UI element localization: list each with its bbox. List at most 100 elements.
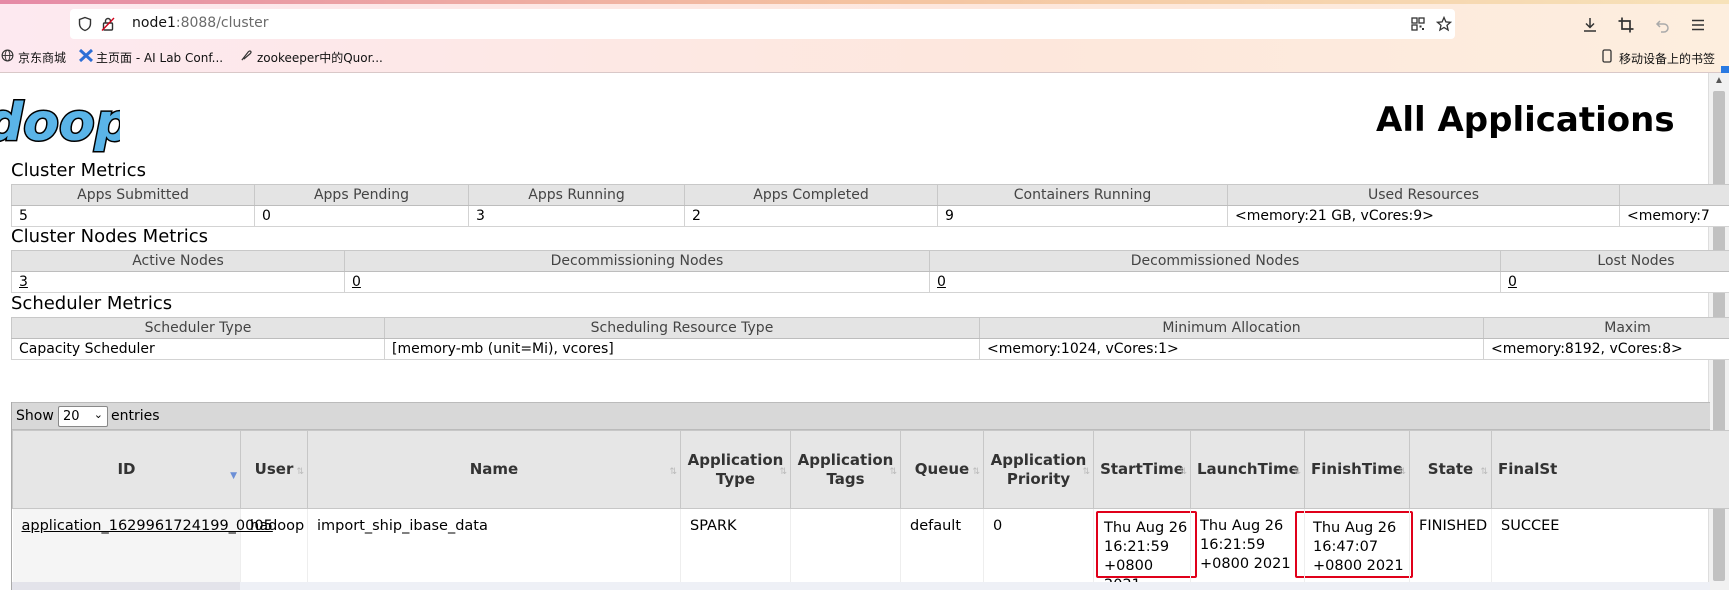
column-header-id[interactable]: ID▼ bbox=[13, 431, 241, 509]
sort-both-icon: ⇅ bbox=[779, 463, 787, 482]
cell-name: import_ship_ibase_data bbox=[308, 509, 681, 590]
launch-time-date: Thu Aug 26 bbox=[1200, 517, 1295, 536]
column-header-start-time[interactable]: StartTime⇅ bbox=[1094, 431, 1191, 509]
bookmark-label: zookeeper中的Quor... bbox=[257, 51, 383, 65]
col-apps-submitted: Apps Submitted bbox=[12, 185, 255, 206]
table-footer-strip bbox=[12, 582, 1710, 590]
bookmark-label: 京东商城 bbox=[18, 51, 66, 65]
launch-time-clock: 16:21:59 bbox=[1200, 536, 1295, 555]
cell-start-time: Thu Aug 26 16:21:59 +0800 2021 bbox=[1094, 509, 1191, 590]
cell-priority: 0 bbox=[984, 509, 1094, 590]
page-size-select[interactable]: 20 ⌄ bbox=[58, 406, 108, 427]
bookmark-item[interactable]: 京东商城 bbox=[1, 49, 66, 66]
column-header-application-type[interactable]: Application Type⇅ bbox=[681, 431, 791, 509]
header-label: Queue bbox=[915, 460, 969, 478]
xlab-icon bbox=[79, 49, 93, 65]
bookmark-label: 移动设备上的书签 bbox=[1619, 52, 1715, 66]
scheduler-type-value: Capacity Scheduler bbox=[12, 339, 385, 360]
cell-id: application_1629961724199_0005 bbox=[13, 509, 241, 590]
col-apps-running: Apps Running bbox=[469, 185, 685, 206]
download-icon[interactable] bbox=[1581, 16, 1599, 34]
scheduler-metrics-table: Scheduler Type Scheduling Resource Type … bbox=[11, 317, 1729, 360]
col-containers-running: Containers Running bbox=[938, 185, 1228, 206]
sort-both-icon: ⇅ bbox=[1480, 463, 1488, 482]
bookmark-label: 主页面 - AI Lab Conf... bbox=[96, 51, 223, 65]
entries-label: entries bbox=[111, 408, 160, 424]
applications-panel: Show 20 ⌄ entries ID▼ User⇅ Name⇅ Applic… bbox=[11, 402, 1710, 590]
cell-queue: default bbox=[901, 509, 984, 590]
mobile-bookmarks-folder[interactable]: 移动设备上的书签 bbox=[1602, 49, 1715, 67]
cluster-metrics-title: Cluster Metrics bbox=[11, 160, 146, 181]
lost-nodes-link[interactable]: 0 bbox=[1508, 274, 1517, 290]
page-title: All Applications bbox=[1376, 100, 1675, 140]
decommissioning-nodes-link[interactable]: 0 bbox=[352, 274, 361, 290]
cell-type: SPARK bbox=[681, 509, 791, 590]
active-nodes-link[interactable]: 3 bbox=[19, 274, 28, 290]
bookmark-item[interactable]: 主页面 - AI Lab Conf... bbox=[79, 49, 223, 66]
start-time-date: Thu Aug 26 bbox=[1104, 519, 1189, 538]
col-active-nodes: Active Nodes bbox=[12, 251, 345, 272]
sort-both-icon: ⇅ bbox=[296, 463, 304, 482]
column-header-state[interactable]: State⇅ bbox=[1410, 431, 1492, 509]
header-label: Application Priority bbox=[991, 451, 1087, 488]
column-header-finish-time[interactable]: FinishTime⇅ bbox=[1305, 431, 1410, 509]
start-time-clock: 16:21:59 bbox=[1104, 538, 1189, 557]
phone-icon bbox=[1602, 49, 1616, 66]
column-header-application-tags[interactable]: Application Tags⇅ bbox=[791, 431, 901, 509]
finish-time-clock: 16:47:07 bbox=[1313, 538, 1405, 557]
header-label: StartTime bbox=[1100, 460, 1184, 478]
sort-both-icon: ⇅ bbox=[1293, 463, 1301, 482]
shield-icon[interactable] bbox=[77, 16, 93, 32]
col-total-resources bbox=[1620, 185, 1729, 206]
column-header-application-priority[interactable]: Application Priority⇅ bbox=[984, 431, 1094, 509]
globe-icon bbox=[1, 49, 15, 65]
applications-table: ID▼ User⇅ Name⇅ Application Type⇅ Applic… bbox=[12, 430, 1729, 589]
sort-both-icon: ⇅ bbox=[972, 463, 980, 482]
qr-code-icon[interactable] bbox=[1410, 16, 1426, 32]
col-scheduler-type: Scheduler Type bbox=[12, 318, 385, 339]
finish-time-zone-year: +0800 2021 bbox=[1313, 557, 1405, 576]
col-maximum-allocation: Maxim bbox=[1484, 318, 1729, 339]
scheduler-metrics-title: Scheduler Metrics bbox=[11, 293, 172, 314]
header-label: User bbox=[255, 460, 294, 478]
bookmark-item[interactable]: zookeeper中的Quor... bbox=[240, 49, 383, 66]
cell-finish-time: Thu Aug 26 16:47:07 +0800 2021 bbox=[1305, 509, 1410, 590]
col-decommissioned-nodes: Decommissioned Nodes bbox=[930, 251, 1501, 272]
containers-running-value: 9 bbox=[938, 206, 1228, 227]
table-row: application_1629961724199_0005 hadoop im… bbox=[13, 509, 1729, 590]
column-header-name[interactable]: Name ⇅ bbox=[308, 431, 681, 509]
scroll-up-arrow-icon[interactable]: ▲ bbox=[1714, 75, 1724, 86]
bookmark-star-icon[interactable] bbox=[1436, 16, 1452, 32]
url-text[interactable]: node1:8088/cluster bbox=[132, 15, 269, 31]
finish-time-date: Thu Aug 26 bbox=[1313, 519, 1405, 538]
col-scheduling-resource-type: Scheduling Resource Type bbox=[385, 318, 980, 339]
header-label: FinalSt bbox=[1498, 460, 1557, 478]
hadoop-logo[interactable]: doop bbox=[0, 84, 120, 156]
insecure-lock-icon[interactable] bbox=[100, 16, 116, 32]
address-bar[interactable]: node1:8088/cluster bbox=[70, 9, 1455, 39]
column-header-user[interactable]: User⇅ bbox=[241, 431, 308, 509]
chevron-down-icon: ⌄ bbox=[94, 408, 103, 421]
cell-launch-time: Thu Aug 26 16:21:59 +0800 2021 bbox=[1191, 509, 1305, 590]
finish-time-highlight-box: Thu Aug 26 16:47:07 +0800 2021 bbox=[1295, 511, 1413, 578]
maximum-allocation-value: <memory:8192, vCores:8> bbox=[1484, 339, 1729, 360]
menu-icon[interactable] bbox=[1689, 16, 1707, 34]
sort-both-icon: ⇅ bbox=[1179, 463, 1187, 482]
column-header-final-status[interactable]: FinalSt bbox=[1492, 431, 1729, 509]
application-id-link[interactable]: application_1629961724199_0005 bbox=[22, 518, 273, 534]
column-header-launch-time[interactable]: LaunchTime⇅ bbox=[1191, 431, 1305, 509]
header-label: Name bbox=[470, 460, 518, 478]
sort-both-icon: ⇅ bbox=[669, 463, 677, 482]
total-resources-value: <memory:7 bbox=[1620, 206, 1729, 227]
decommissioned-nodes-link[interactable]: 0 bbox=[937, 274, 946, 290]
column-header-queue[interactable]: Queue⇅ bbox=[901, 431, 984, 509]
undo-icon[interactable] bbox=[1653, 16, 1671, 34]
cluster-nodes-metrics-title: Cluster Nodes Metrics bbox=[11, 226, 208, 247]
col-decommissioning-nodes: Decommissioning Nodes bbox=[345, 251, 930, 272]
table-footer-strip-left bbox=[12, 582, 240, 590]
scheduling-resource-type-value: [memory-mb (unit=Mi), vcores] bbox=[385, 339, 980, 360]
minimum-allocation-value: <memory:1024, vCores:1> bbox=[980, 339, 1484, 360]
apps-submitted-value: 5 bbox=[12, 206, 255, 227]
screenshot-crop-icon[interactable] bbox=[1617, 16, 1635, 34]
url-host: node1 bbox=[132, 15, 176, 31]
